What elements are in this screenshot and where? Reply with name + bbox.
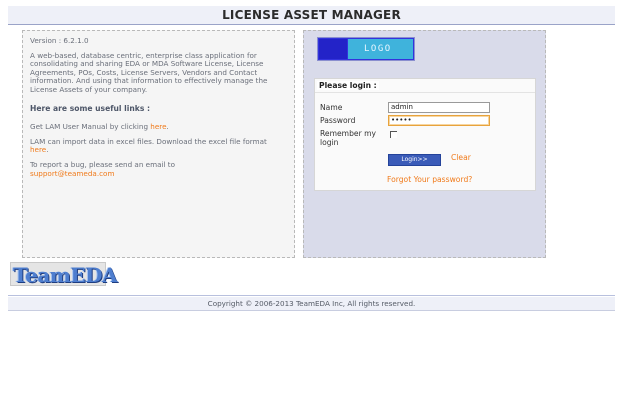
password-input[interactable]: ••••• xyxy=(388,115,490,126)
remember-checkbox[interactable] xyxy=(390,131,397,138)
bug-line: To report a bug, please send an email to… xyxy=(30,160,287,178)
forgot-password-link[interactable]: Forgot Your password? xyxy=(387,175,472,184)
support-email-link[interactable]: support@teameda.com xyxy=(30,169,114,178)
manual-suffix: . xyxy=(166,122,169,132)
import-text: LAM can import data in excel files. Down… xyxy=(30,136,267,146)
login-button[interactable]: Login>> xyxy=(388,154,441,166)
password-label: Password xyxy=(320,116,356,125)
login-panel: LOGO Please login : Name admin Password … xyxy=(303,30,546,258)
name-input[interactable]: admin xyxy=(388,102,490,113)
description-text: A web-based, database centric, enterpris… xyxy=(30,50,268,94)
remember-label-line2: login xyxy=(320,138,339,147)
login-form: Please login : Name admin Password •••••… xyxy=(314,78,536,191)
company-logo: LOGO xyxy=(317,37,415,61)
app-title: LICENSE ASSET MANAGER xyxy=(222,8,401,22)
excel-format-link[interactable]: here xyxy=(30,145,46,155)
footer: Copyright © 2006-2013 TeamEDA Inc, All r… xyxy=(8,297,615,311)
version-text: Version : 6.2.1.0 xyxy=(30,36,89,45)
app-title-bar: LICENSE ASSET MANAGER xyxy=(8,6,615,25)
useful-links-heading: Here are some useful links : xyxy=(30,103,151,113)
import-suffix: . xyxy=(46,145,49,155)
logo-text: LOGO xyxy=(364,44,392,54)
clear-link[interactable]: Clear xyxy=(451,153,471,162)
manual-line: Get LAM User Manual by clicking here. xyxy=(30,122,287,132)
footer-divider xyxy=(8,295,615,296)
teameda-logo: TeamEDA xyxy=(10,262,118,287)
import-line: LAM can import data in excel files. Down… xyxy=(30,136,287,155)
login-title: Please login : xyxy=(317,81,379,90)
info-panel: Version : 6.2.1.0 A web-based, database … xyxy=(22,30,295,258)
name-label: Name xyxy=(320,103,343,112)
login-divider xyxy=(315,92,535,93)
logo-left-block xyxy=(319,39,347,59)
copyright-text: Copyright © 2006-2013 TeamEDA Inc, All r… xyxy=(207,299,416,308)
manual-link[interactable]: here xyxy=(150,122,166,131)
remember-label-line1: Remember my xyxy=(320,129,376,138)
manual-text: Get LAM User Manual by clicking xyxy=(30,122,151,132)
teameda-logo-text: TeamEDA xyxy=(13,263,118,287)
